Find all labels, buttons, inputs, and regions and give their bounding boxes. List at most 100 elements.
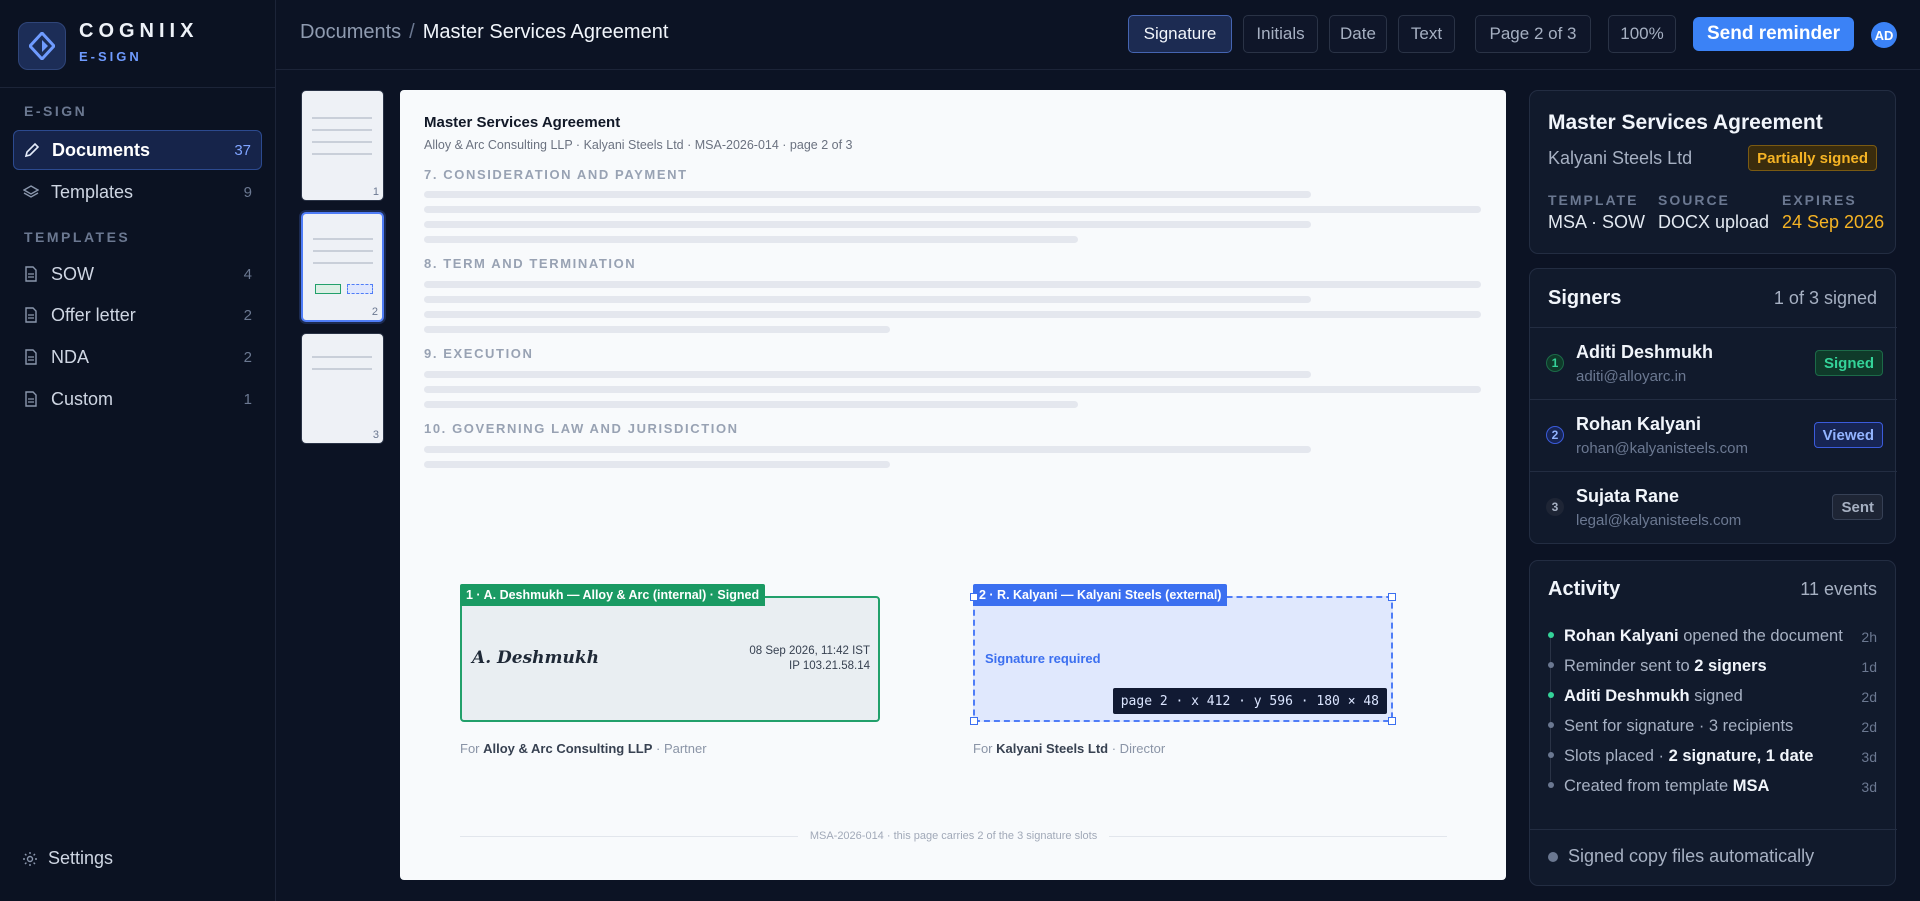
summary-title: Master Services Agreement bbox=[1548, 111, 1823, 134]
meta-key-template: TEMPLATE bbox=[1548, 192, 1639, 208]
text-line bbox=[424, 311, 1481, 318]
activity-title: Activity bbox=[1548, 578, 1621, 600]
text-line bbox=[424, 191, 1311, 198]
thumb-slot-signed bbox=[315, 284, 341, 294]
page-thumbnail-3[interactable]: 3 bbox=[301, 333, 384, 444]
sidebar-item-nda[interactable]: NDA 2 bbox=[13, 337, 262, 377]
brand: COGNIIX E-SIGN bbox=[0, 0, 276, 88]
activity-time: 2d bbox=[1861, 689, 1877, 705]
signers-panel: Signers 1 of 3 signed 1 Aditi Deshmukh a… bbox=[1529, 268, 1897, 544]
breadcrumb-current: Master Services Agreement bbox=[422, 21, 669, 43]
activity-text: Reminder sent to bbox=[1564, 657, 1695, 675]
text-line bbox=[424, 461, 890, 468]
caption-prefix: For bbox=[460, 741, 480, 756]
activity-dot bbox=[1548, 662, 1554, 668]
document-footer: MSA-2026-014 · this page carries 2 of th… bbox=[460, 829, 1447, 843]
tool-signature[interactable]: Signature bbox=[1128, 15, 1232, 53]
activity-actor: Rohan Kalyani bbox=[1564, 627, 1679, 645]
signer-row[interactable]: 2 Rohan Kalyani rohan@kalyanisteels.com … bbox=[1530, 399, 1897, 471]
zoom-control[interactable]: 100% bbox=[1608, 15, 1676, 53]
page-thumbnail-2[interactable]: 2 bbox=[301, 212, 384, 322]
caption-org: Alloy & Arc Consulting LLP bbox=[483, 741, 653, 756]
caption-role: · Director bbox=[1111, 741, 1166, 756]
tool-text[interactable]: Text bbox=[1398, 15, 1455, 53]
sidebar-item-label: Documents bbox=[52, 139, 151, 160]
page-indicator[interactable]: Page 2 of 3 bbox=[1475, 15, 1591, 53]
topbar: Documents / Master Services Agreement Si… bbox=[276, 0, 1920, 70]
meta-key-source: SOURCE bbox=[1658, 192, 1730, 208]
signer-email: legal@kalyanisteels.com bbox=[1576, 512, 1742, 529]
text-line bbox=[424, 446, 1311, 453]
activity-text: Slots placed · bbox=[1564, 747, 1669, 765]
section-heading: 9. EXECUTION bbox=[424, 346, 534, 361]
meta-value-expires: 24 Sep 2026 bbox=[1782, 212, 1885, 232]
slot-tag: 1 · A. Deshmukh — Alloy & Arc (internal)… bbox=[460, 584, 766, 606]
sidebar-item-custom[interactable]: Custom 1 bbox=[13, 379, 262, 419]
activity-actor: Aditi Deshmukh bbox=[1564, 687, 1690, 705]
signers-title: Signers bbox=[1548, 287, 1622, 309]
sidebar-item-sow[interactable]: SOW 4 bbox=[13, 254, 262, 294]
file-icon bbox=[23, 266, 39, 282]
resize-handle-br[interactable] bbox=[1388, 717, 1396, 725]
sidebar: COGNIIX E-SIGN E-SIGN Documents 37 Templ… bbox=[0, 0, 276, 901]
send-reminder-button[interactable]: Send reminder bbox=[1693, 17, 1854, 51]
text-line bbox=[424, 236, 1078, 243]
breadcrumb-separator: / bbox=[409, 21, 415, 43]
sidebar-item-count: 2 bbox=[243, 348, 252, 366]
brand-sub: E-SIGN bbox=[79, 49, 142, 64]
auto-file-option[interactable]: Signed copy files automatically bbox=[1548, 846, 1814, 867]
meta-value-template: MSA · SOW bbox=[1548, 212, 1646, 232]
caption-prefix: For bbox=[973, 741, 993, 756]
section-heading: 7. CONSIDERATION AND PAYMENT bbox=[424, 167, 688, 182]
slot2-caption: For Kalyani Steels Ltd · Director bbox=[973, 741, 1165, 756]
signature-stamp: 08 Sep 2026, 11:42 IST IP 103.21.58.14 bbox=[749, 644, 870, 674]
activity-time: 3d bbox=[1861, 749, 1877, 765]
resize-handle-tl[interactable] bbox=[970, 593, 978, 601]
footer-text: MSA-2026-014 · this page carries 2 of th… bbox=[809, 830, 1098, 842]
sidebar-item-templates[interactable]: Templates 9 bbox=[13, 172, 262, 212]
activity-time: 2h bbox=[1861, 629, 1877, 645]
activity-bold: 2 signature, 1 date bbox=[1668, 747, 1814, 765]
breadcrumb-documents[interactable]: Documents bbox=[300, 21, 401, 44]
app-root: COGNIIX E-SIGN E-SIGN Documents 37 Templ… bbox=[0, 0, 1920, 901]
document-summary-panel: Master Services Agreement Kalyani Steels… bbox=[1529, 90, 1896, 254]
section-heading: 8. TERM AND TERMINATION bbox=[424, 256, 637, 271]
signer-email: rohan@kalyanisteels.com bbox=[1576, 440, 1748, 457]
signature-slot-pending[interactable]: 2 · R. Kalyani — Kalyani Steels (externa… bbox=[970, 584, 1396, 725]
tool-initials[interactable]: Initials bbox=[1243, 15, 1318, 53]
settings-link[interactable]: Settings bbox=[22, 848, 113, 869]
activity-bold: MSA bbox=[1732, 777, 1770, 795]
sidebar-item-count: 9 bbox=[243, 183, 252, 201]
resize-handle-tr[interactable] bbox=[1388, 593, 1396, 601]
thumbnail-number: 1 bbox=[372, 186, 379, 198]
section-heading: 10. GOVERNING LAW AND JURISDICTION bbox=[424, 421, 739, 436]
thumbnail-number: 3 bbox=[372, 429, 379, 441]
activity-text: Sent for signature · 3 recipients bbox=[1564, 717, 1794, 735]
activity-item: Rohan Kalyani opened the document bbox=[1564, 627, 1864, 646]
signer-row[interactable]: 3 Sujata Rane legal@kalyanisteels.com Se… bbox=[1530, 471, 1897, 543]
status-dot-icon bbox=[1548, 851, 1558, 862]
tool-date[interactable]: Date bbox=[1329, 15, 1387, 53]
signer-row[interactable]: 1 Aditi Deshmukh aditi@alloyarc.in Signe… bbox=[1530, 327, 1897, 399]
signature-text: A. Deshmukh bbox=[472, 648, 600, 668]
sidebar-item-offer-letter[interactable]: Offer letter 2 bbox=[13, 295, 262, 335]
resize-handle-bl[interactable] bbox=[970, 717, 978, 725]
text-line bbox=[424, 281, 1481, 288]
sidebar-item-count: 37 bbox=[234, 141, 251, 159]
sidebar-item-count: 4 bbox=[243, 265, 252, 283]
sidebar-item-label: SOW bbox=[51, 263, 94, 284]
page-thumbnail-1[interactable]: 1 bbox=[301, 90, 384, 201]
signer-name: Aditi Deshmukh bbox=[1576, 342, 1714, 362]
logo-icon[interactable] bbox=[18, 22, 66, 70]
avatar[interactable]: AD bbox=[1871, 22, 1897, 48]
signature-slot-signed[interactable]: 1 · A. Deshmukh — Alloy & Arc (internal)… bbox=[460, 584, 880, 722]
sidebar-item-count: 1 bbox=[243, 390, 252, 408]
sidebar-item-documents[interactable]: Documents 37 bbox=[13, 130, 262, 170]
document-page[interactable]: Master Services Agreement Alloy & Arc Co… bbox=[400, 90, 1506, 880]
activity-item: Sent for signature · 3 recipients bbox=[1564, 717, 1864, 736]
status-badge: Partially signed bbox=[1748, 145, 1877, 171]
activity-dot bbox=[1548, 782, 1554, 788]
signer-number: 3 bbox=[1546, 498, 1564, 516]
coordinate-readout: page 2 · x 412 · y 596 · 180 × 48 bbox=[1112, 688, 1387, 714]
sidebar-item-label: Templates bbox=[51, 181, 134, 202]
